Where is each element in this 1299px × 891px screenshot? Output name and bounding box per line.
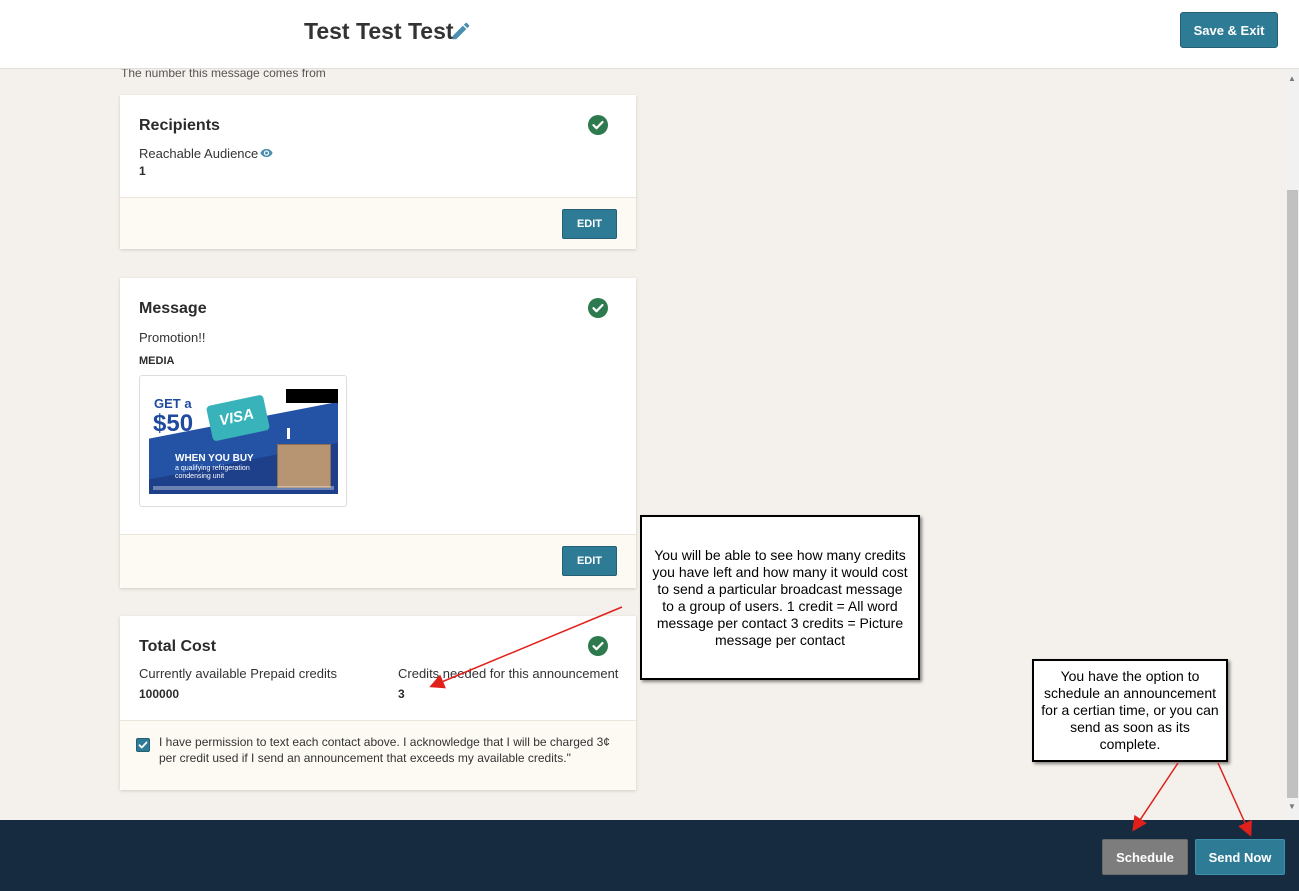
promo-get-text: GET a [154,396,192,411]
promo-fine-print [153,486,334,490]
sender-number-helper-text: The number this message comes from [121,69,326,80]
schedule-annotation-text: You have the option to schedule an annou… [1041,668,1219,752]
promo-headline: WHEN YOU BUY [175,453,254,464]
credits-needed-label: Credits needed for this announcement [398,666,619,681]
scrollbar-thumb[interactable] [1287,190,1298,798]
consent-checkbox[interactable] [136,738,150,752]
available-credits-value: 100000 [139,687,180,701]
check-circle-icon [588,636,608,656]
redacted-area [286,389,338,403]
reachable-audience-label: Reachable Audience [139,146,259,161]
recipients-title: Recipients [139,117,220,134]
recipients-card-footer: EDIT [120,197,636,249]
credits-annotation-text: You will be able to see how many credits… [652,546,908,648]
available-credits-label: Currently available Prepaid credits [139,666,337,681]
consent-text: I have permission to text each contact a… [159,735,610,765]
eye-icon[interactable] [259,146,274,160]
total-cost-title: Total Cost [139,638,217,655]
credits-needed-value: 3 [398,687,405,701]
page-title: Test Test Test [304,18,454,44]
recipients-edit-button[interactable]: EDIT [562,209,617,239]
media-label: MEDIA [139,355,175,367]
schedule-button[interactable]: Schedule [1102,839,1188,875]
save-exit-button[interactable]: Save & Exit [1180,12,1278,48]
recipients-card: Recipients Reachable Audience 1 EDIT [120,95,636,249]
scroll-down-arrow-icon[interactable]: ▼ [1288,802,1296,811]
consent-section: I have permission to text each contact a… [120,720,636,790]
condensing-unit-graphic [277,444,331,488]
message-card: Message Promotion!! MEDIA GET a $50 VISA… [120,278,636,588]
action-footer: Schedule Send Now [0,820,1299,891]
total-cost-card: Total Cost Currently available Prepaid c… [120,616,636,790]
message-edit-button[interactable]: EDIT [562,546,617,576]
check-circle-icon [588,298,608,318]
scroll-up-arrow-icon[interactable]: ▲ [1288,74,1296,83]
top-header: Test Test Test Save & Exit [0,0,1299,69]
reachable-audience-value: 1 [139,164,146,178]
promo-subline: a qualifying refrigeration condensing un… [175,465,250,480]
credits-annotation-callout: You will be able to see how many credits… [640,515,920,680]
message-text: Promotion!! [139,330,206,345]
message-title: Message [139,300,207,317]
message-card-footer: EDIT [120,534,636,588]
schedule-annotation-callout: You have the option to schedule an annou… [1032,659,1228,762]
media-thumbnail[interactable]: GET a $50 VISA WHEN YOU BUY a qualifying… [139,375,347,507]
pencil-icon[interactable] [450,20,472,42]
send-now-button[interactable]: Send Now [1195,839,1285,875]
check-circle-icon [588,115,608,135]
promo-amount: $50 [153,410,194,437]
promo-image: GET a $50 VISA WHEN YOU BUY a qualifying… [149,386,338,494]
checkmark-icon [138,741,148,749]
brand-logo [287,428,313,439]
